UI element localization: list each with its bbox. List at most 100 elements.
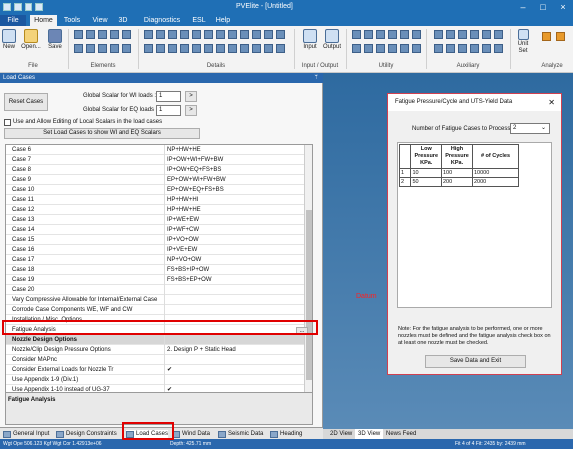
wi-scalar-apply-button[interactable]: > <box>185 91 197 102</box>
cycles-cell[interactable]: 10000 <box>472 168 519 178</box>
row-property-value[interactable]: FS+BS+EP+OW <box>164 275 304 285</box>
tab-2d-view[interactable]: 2D View <box>327 429 355 439</box>
row-property-value[interactable] <box>164 295 304 305</box>
tab-esl[interactable]: ESL <box>190 15 208 26</box>
units-button[interactable]: Unit <box>515 29 531 47</box>
utility-cone-icon[interactable] <box>364 30 373 39</box>
eq-scalar-apply-button[interactable]: > <box>185 105 197 116</box>
tab-diagnostics[interactable]: Diagnostics <box>140 15 184 26</box>
reset-cases-button[interactable]: Reset Cases <box>4 93 48 111</box>
aux-chart-icon[interactable] <box>470 44 479 53</box>
grid-scrollbar-thumb[interactable] <box>306 210 312 380</box>
wi-scalar-input[interactable]: 1 <box>156 91 181 102</box>
table-row[interactable]: Case 17 NP+VO+OW <box>6 255 312 265</box>
table-row[interactable]: Case 20 <box>6 285 312 295</box>
table-row[interactable]: Case 13 IP+WE+EW <box>6 215 312 225</box>
open-button[interactable]: Open... <box>20 29 42 50</box>
utility-tube-icon[interactable] <box>388 30 397 39</box>
table-row[interactable]: Case 9 EP+OW+WI+FW+BW <box>6 175 312 185</box>
detail-list-icon[interactable] <box>252 44 261 53</box>
utility-calc-icon[interactable] <box>352 30 361 39</box>
row-property-value[interactable]: IP+OW+WI+FW+BW <box>164 155 304 165</box>
element-flange-icon[interactable] <box>110 30 119 39</box>
utility-lug-icon[interactable] <box>388 44 397 53</box>
tab-3d-view[interactable]: 3D View <box>355 429 384 439</box>
row-property-value[interactable]: 2. Design P + Static Head <box>164 345 304 355</box>
row-property-value[interactable] <box>164 355 304 365</box>
table-row[interactable]: Corrode Case Components WE, WF and CW <box>6 305 312 315</box>
aux-material-icon[interactable] <box>446 30 455 39</box>
detail-packing-icon[interactable] <box>228 30 237 39</box>
grid-scrollbar[interactable] <box>304 145 312 396</box>
table-row[interactable]: Consider External Loads for Nozzle Tr ✔ <box>6 365 312 375</box>
quick-access-toolbar[interactable] <box>3 2 43 13</box>
analyze-check-icon[interactable] <box>556 32 565 41</box>
utility-stack-icon[interactable] <box>400 44 409 53</box>
cycles-cell[interactable]: 2000 <box>472 177 519 187</box>
detail-leg-icon[interactable] <box>264 30 273 39</box>
element-elliptical-head-icon[interactable] <box>86 30 95 39</box>
table-row[interactable]: Case 19 FS+BS+EP+OW <box>6 275 312 285</box>
dialog-close-icon[interactable]: ✕ <box>548 94 555 111</box>
utility-flange-icon[interactable] <box>400 30 409 39</box>
row-property-value[interactable] <box>164 285 304 295</box>
row-property-value[interactable]: EP+OW+EQ+FS+BS <box>164 185 304 195</box>
element-cylinder-icon[interactable] <box>74 30 83 39</box>
detail-halfpipe-icon[interactable] <box>156 44 165 53</box>
tab-home[interactable]: Home <box>30 15 57 26</box>
row-property-value[interactable]: IP+OW+EQ+FS+BS <box>164 165 304 175</box>
element-reducer-icon[interactable] <box>122 44 131 53</box>
detail-delete-icon[interactable] <box>264 44 273 53</box>
input-button[interactable]: Input <box>300 29 320 50</box>
quick-open-icon[interactable] <box>24 3 33 11</box>
aux-report-icon[interactable] <box>494 30 503 39</box>
aux-table-icon[interactable] <box>458 44 467 53</box>
table-row[interactable]: Consider MAPnc <box>6 355 312 365</box>
table-row[interactable]: Case 8 IP+OW+EQ+FS+BS <box>6 165 312 175</box>
detail-wind-icon[interactable] <box>228 44 237 53</box>
analyze-run-icon[interactable] <box>542 32 551 41</box>
detail-lining-icon[interactable] <box>216 30 225 39</box>
quick-save-icon[interactable] <box>35 3 43 11</box>
detail-insulation-icon[interactable] <box>204 30 213 39</box>
detail-tray-icon[interactable] <box>144 44 153 53</box>
element-cone-icon[interactable] <box>98 30 107 39</box>
high-pressure-cell[interactable]: 100 <box>440 168 474 178</box>
detail-saddle-icon[interactable] <box>276 30 285 39</box>
detail-lug-icon[interactable] <box>252 30 261 39</box>
detail-copy-icon[interactable] <box>276 44 285 53</box>
table-row[interactable]: Nozzle Design Options <box>6 335 312 345</box>
utility-ring-icon[interactable] <box>376 44 385 53</box>
detail-pipe-icon[interactable] <box>216 44 225 53</box>
set-load-cases-scalars-button[interactable]: Set Load Cases to show WI and EQ Scalars <box>4 128 200 139</box>
row-property-value[interactable]: FS+BS+IP+OW <box>164 265 304 275</box>
tab-news-feed[interactable]: News Feed <box>383 429 419 439</box>
detail-liquid-icon[interactable] <box>180 44 189 53</box>
allow-local-scalars-checkbox[interactable] <box>4 119 11 126</box>
table-row[interactable]: 2 50 200 2000 <box>398 177 519 187</box>
row-property-value[interactable]: IP+VO+OW <box>164 235 304 245</box>
tab-design-constraints[interactable]: Design Constraints <box>56 430 117 439</box>
aux-info-icon[interactable] <box>494 44 503 53</box>
tab-view[interactable]: View <box>89 15 111 26</box>
row-property-value[interactable]: IP+VE+EW <box>164 245 304 255</box>
table-row[interactable]: Case 7 IP+OW+WI+FW+BW <box>6 155 312 165</box>
aux-db-icon[interactable] <box>446 44 455 53</box>
utility-pipe-icon[interactable] <box>412 30 421 39</box>
quick-new-icon[interactable] <box>13 3 22 11</box>
detail-ring-icon[interactable] <box>192 44 201 53</box>
tab-help[interactable]: Help <box>214 15 232 26</box>
close-window-icon[interactable]: × <box>553 0 573 15</box>
utility-sphere-icon[interactable] <box>376 30 385 39</box>
table-row[interactable]: Case 6 NP+HW+HE <box>6 145 312 155</box>
tab-wind-data[interactable]: Wind Data <box>172 430 210 439</box>
element-body-flange-icon[interactable] <box>110 44 119 53</box>
table-row[interactable]: Case 14 IP+WF+CW <box>6 225 312 235</box>
row-property-value[interactable]: HP+HW+HE <box>164 205 304 215</box>
minimize-icon[interactable]: – <box>513 0 533 15</box>
table-row[interactable]: Case 18 FS+BS+IP+OW <box>6 265 312 275</box>
tab-3d[interactable]: 3D <box>116 15 130 26</box>
row-property-value[interactable]: NP+HW+HE <box>164 145 304 155</box>
detail-seismic-icon[interactable] <box>240 44 249 53</box>
low-pressure-cell[interactable]: 10 <box>410 168 442 178</box>
